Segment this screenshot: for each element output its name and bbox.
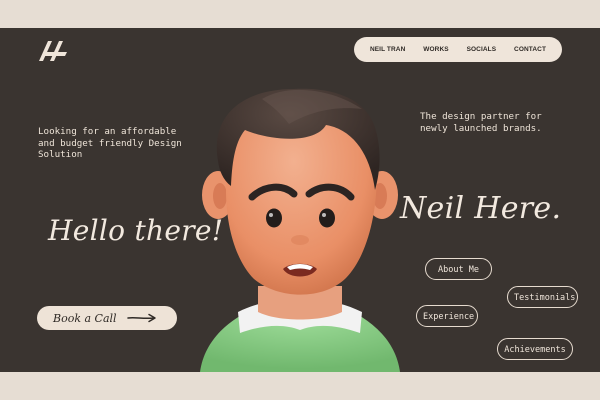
top-navigation: NEIL TRAN WORKS SOCIALS CONTACT [354,37,562,62]
partner-text: The design partner for newly launched br… [420,111,542,134]
achievements-button[interactable]: Achievements [497,338,573,360]
nav-neil-tran[interactable]: NEIL TRAN [370,46,405,53]
book-call-label: Book a Call [53,311,117,325]
nav-contact[interactable]: CONTACT [514,46,546,53]
logo-icon[interactable] [38,40,68,62]
book-call-button[interactable]: Book a Call [37,306,177,330]
arrow-right-icon [126,313,156,323]
testimonials-button[interactable]: Testimonials [507,286,578,308]
about-me-button[interactable]: About Me [425,258,492,280]
nav-works[interactable]: WORKS [423,46,448,53]
intro-text: Looking for an affordable and budget fri… [38,126,182,160]
avatar-illustration [200,88,400,372]
hero-section: NEIL TRAN WORKS SOCIALS CONTACT Looking … [0,28,600,372]
nav-socials[interactable]: SOCIALS [467,46,497,53]
